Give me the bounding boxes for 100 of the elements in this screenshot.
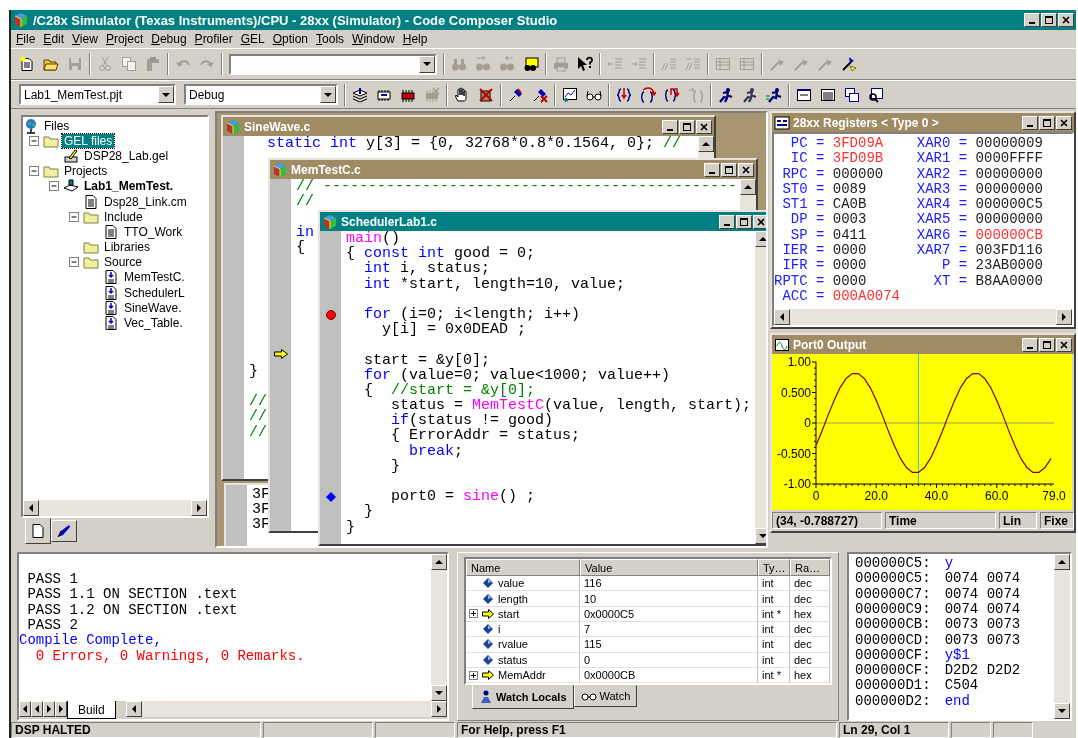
tree-item[interactable]: MemTestC. (122, 270, 187, 285)
step-into-icon[interactable] (616, 86, 632, 103)
tree-item[interactable]: GEL files (62, 133, 115, 148)
code-line: // (249, 394, 267, 410)
scroll-up-button[interactable] (740, 179, 756, 195)
tree-item[interactable]: SchedulerL (122, 285, 187, 300)
tab[interactable] (25, 518, 51, 545)
vertical-scrollbar[interactable] (1054, 554, 1070, 719)
close-button[interactable] (1056, 115, 1072, 130)
menu-item[interactable]: Debug (147, 32, 191, 46)
tick-label: 60.0 (985, 489, 1009, 503)
column-header[interactable]: Ra… (790, 559, 830, 577)
combo-box[interactable]: Lab1_MemTest.pjt (19, 84, 176, 105)
expand-button[interactable] (469, 609, 478, 619)
tree-item[interactable]: DSP28_Lab.gel (82, 148, 171, 163)
diamond-icon[interactable] (325, 491, 336, 502)
graph-window-icon[interactable] (562, 86, 578, 103)
tree-item[interactable]: Libraries (102, 240, 153, 255)
tree-item[interactable]: Dsp28_Link.cm (102, 194, 189, 209)
menu-item[interactable]: Tools (312, 32, 349, 46)
tab[interactable]: Watch Locals (472, 685, 574, 710)
minimize-button[interactable] (1024, 13, 1040, 27)
vertical-scrollbar[interactable] (431, 554, 447, 701)
breakpoint-icon[interactable] (325, 309, 336, 320)
minimize-button[interactable] (704, 162, 720, 177)
tab[interactable]: Watch (573, 685, 638, 708)
flag-arrow-icon[interactable] (841, 56, 857, 72)
arrow-icon (482, 670, 494, 681)
menu-item[interactable]: GEL (236, 32, 269, 46)
close-button[interactable] (1058, 13, 1074, 27)
cube-icon (225, 118, 241, 135)
minimize-button[interactable] (1022, 115, 1038, 130)
magnifier-window-icon[interactable] (868, 86, 884, 103)
minimize-button[interactable] (1022, 337, 1038, 352)
close-button[interactable] (696, 119, 712, 134)
tab[interactable]: Build (67, 701, 116, 719)
horizontal-scrollbar[interactable] (23, 500, 207, 517)
pushpin-icon[interactable] (508, 86, 524, 103)
register-value: 0000FFFF (975, 151, 1043, 167)
maximize-button[interactable] (1039, 115, 1055, 130)
menu-item[interactable]: File (12, 32, 40, 46)
tree-item[interactable]: SineWave. (122, 300, 184, 315)
menu-item[interactable]: Window (348, 32, 399, 46)
tree-item[interactable]: Projects (62, 164, 110, 179)
help-pointer-icon[interactable] (577, 56, 593, 72)
maximize-button[interactable] (1039, 337, 1055, 352)
register-window-icon[interactable] (820, 86, 836, 103)
step-over-icon[interactable] (640, 86, 656, 103)
binoculars-folder-icon[interactable] (523, 56, 539, 72)
horizontal-scrollbar[interactable] (774, 309, 1072, 325)
tab-scroll-buttons[interactable] (19, 701, 67, 719)
runner-icon[interactable] (718, 86, 734, 103)
memory-window-icon[interactable] (796, 86, 812, 103)
tree-item[interactable]: Vec_Table. (122, 316, 185, 331)
menu-item[interactable]: Project (101, 32, 148, 46)
scroll-up-button[interactable] (698, 136, 714, 152)
open-folder-icon[interactable] (43, 56, 59, 72)
maximize-button[interactable] (721, 162, 737, 177)
maximize-button[interactable] (1041, 13, 1057, 27)
table-cell: dec (790, 576, 830, 592)
close-button[interactable] (753, 214, 766, 229)
tree-item[interactable]: Files (42, 118, 72, 133)
maximize-button[interactable] (679, 119, 695, 134)
hand-icon[interactable] (454, 86, 470, 103)
cross-icon[interactable] (478, 86, 494, 103)
close-button[interactable] (1056, 337, 1072, 352)
collapse-button[interactable] (28, 165, 40, 178)
combo-box[interactable]: Debug (184, 84, 338, 105)
horizontal-scrollbar[interactable] (125, 701, 447, 717)
layers-icon[interactable] (352, 86, 368, 103)
collapse-button[interactable] (68, 210, 80, 223)
tree-item[interactable]: Include (102, 209, 145, 224)
menu-item[interactable]: Edit (39, 32, 69, 46)
diamond-icon (482, 654, 494, 665)
menu-item[interactable]: Profiler (190, 32, 237, 46)
column-header[interactable]: Name (466, 559, 580, 577)
menu-item[interactable]: Help (398, 32, 432, 46)
column-header[interactable]: Value (580, 559, 758, 577)
minimize-button[interactable] (719, 214, 735, 229)
collapse-button[interactable] (28, 134, 40, 147)
memory-address: 000000D2: (855, 693, 931, 710)
maximize-button[interactable] (736, 214, 752, 229)
maximize-icon (740, 217, 748, 226)
step-out-icon[interactable] (664, 86, 680, 103)
tree-item[interactable]: Lab1_MemTest. (82, 179, 176, 194)
new-file-icon[interactable] (19, 56, 35, 72)
runner-lines-icon[interactable] (766, 86, 782, 103)
tree-item[interactable]: TTO_Work (122, 224, 185, 239)
expand-button[interactable] (469, 670, 478, 680)
menu-item[interactable]: Option (268, 32, 313, 46)
collapse-button[interactable] (68, 256, 80, 269)
close-button[interactable] (738, 162, 754, 177)
pushpin-cross-icon[interactable] (532, 86, 548, 103)
minimize-button[interactable] (662, 119, 678, 134)
menu-item[interactable]: View (68, 32, 102, 46)
tree-item[interactable]: Source (102, 255, 145, 270)
collapse-button[interactable] (48, 180, 60, 193)
combo-box[interactable] (229, 53, 437, 75)
column-header[interactable]: Ty… (758, 559, 790, 577)
windows-icon[interactable] (844, 86, 860, 103)
